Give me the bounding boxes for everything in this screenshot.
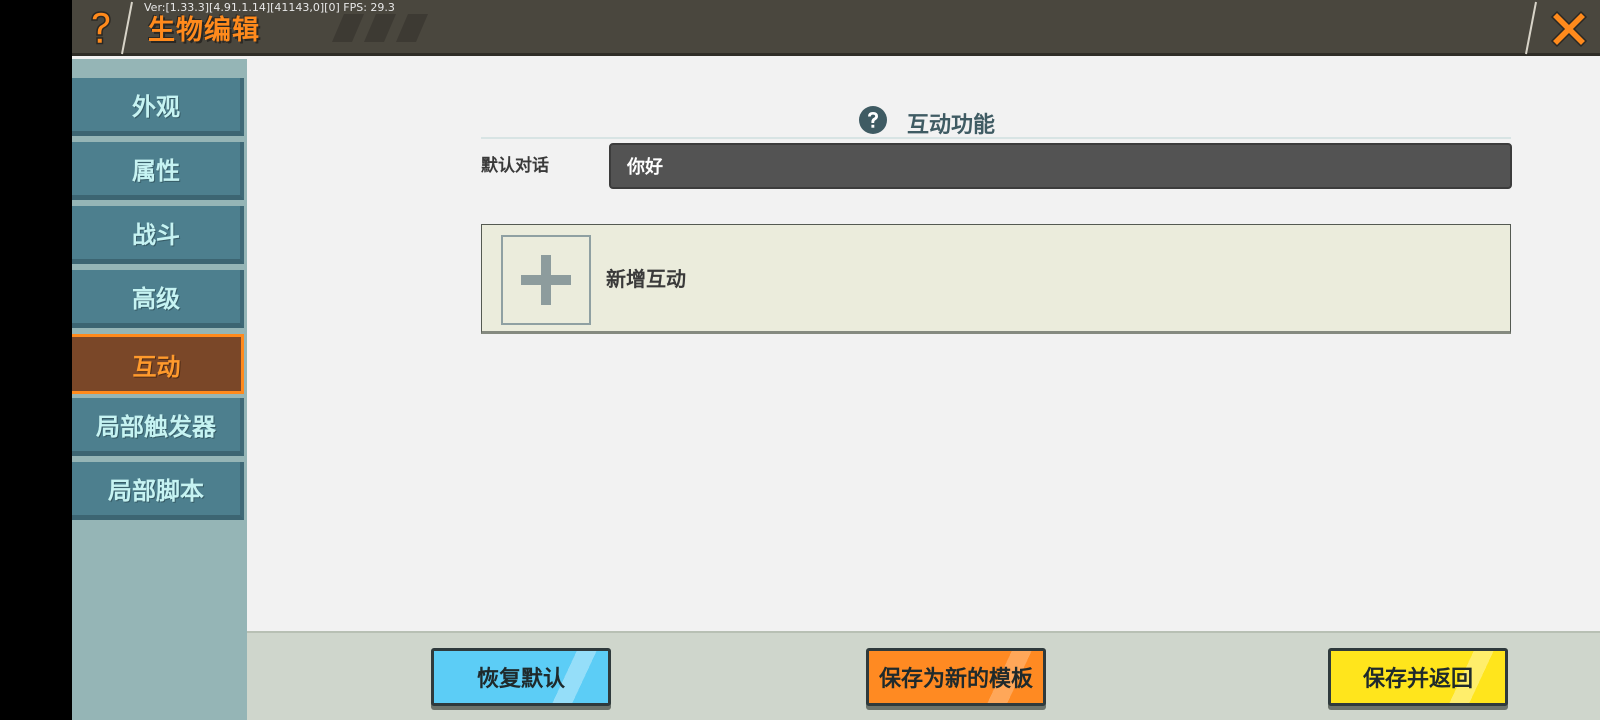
sidebar-item-local-triggers[interactable]: 局部触发器 — [72, 398, 244, 456]
sidebar-item-local-scripts[interactable]: 局部脚本 — [72, 462, 244, 520]
question-circle-icon[interactable] — [858, 105, 888, 135]
close-icon — [1550, 10, 1588, 48]
default-dialog-input[interactable]: 你好 — [609, 143, 1512, 189]
save-and-return-button[interactable]: 保存并返回 — [1328, 648, 1508, 706]
restore-default-button[interactable]: 恢复默认 — [431, 648, 611, 706]
save-as-template-button[interactable]: 保存为新的模板 — [866, 648, 1046, 706]
creature-editor-window: 生物编辑 Ver:[1.33.3][4.91.1.14][41143,0][0]… — [72, 0, 1600, 720]
stripe-decoration — [332, 14, 428, 42]
add-interaction-button[interactable] — [501, 235, 591, 325]
divider-slash — [1525, 1, 1537, 55]
section-divider — [481, 137, 1511, 139]
sidebar-item-advanced[interactable]: 高级 — [72, 270, 244, 328]
version-info: Ver:[1.33.3][4.91.1.14][41143,0][0] FPS:… — [144, 1, 395, 14]
plus-icon — [521, 255, 571, 305]
bottom-bar: 恢复默认 保存为新的模板 保存并返回 — [247, 631, 1600, 720]
top-bar: 生物编辑 Ver:[1.33.3][4.91.1.14][41143,0][0]… — [72, 0, 1600, 56]
sidebar-item-attributes[interactable]: 属性 — [72, 142, 244, 200]
add-interaction-panel[interactable]: 新增互动 — [481, 224, 1511, 334]
section-title: 互动功能 — [907, 113, 996, 138]
add-interaction-label: 新增互动 — [606, 267, 686, 291]
default-dialog-label: 默认对话 — [481, 156, 549, 176]
question-icon — [91, 11, 111, 45]
sidebar-item-interaction[interactable]: 互动 — [72, 334, 244, 394]
sidebar-item-appearance[interactable]: 外观 — [72, 78, 244, 136]
main-content: 互动功能 默认对话 你好 新增互动 — [247, 59, 1600, 631]
sidebar: 外观 属性 战斗 高级 互动 局部触发器 局部脚本 — [72, 59, 247, 720]
close-button[interactable] — [1538, 0, 1600, 56]
sidebar-item-combat[interactable]: 战斗 — [72, 206, 244, 264]
divider-slash — [121, 1, 133, 55]
